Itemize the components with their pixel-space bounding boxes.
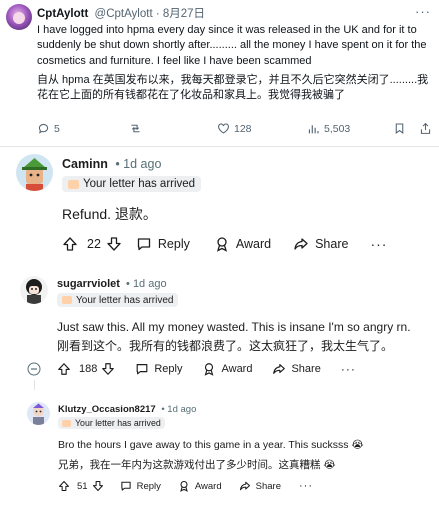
comment-time: • 1d ago	[161, 404, 197, 415]
tweet-handle-date: @CptAylott · 8月27日	[94, 8, 206, 20]
share-icon	[420, 122, 431, 134]
upvote-icon	[63, 237, 77, 251]
upvote-button[interactable]	[57, 362, 71, 376]
tweet-more-icon[interactable]: ···	[415, 4, 431, 19]
reply-label: Reply	[157, 237, 190, 251]
comment-icon	[120, 481, 131, 491]
vote-count: 188	[79, 363, 98, 375]
share-arrow-icon	[239, 481, 250, 491]
reply-button[interactable]: Reply	[120, 480, 161, 492]
tweet-text: I have logged into hpma every day since …	[37, 24, 427, 67]
comment-caminn: Caminn • 1d ago Your letter has arrived …	[0, 147, 439, 267]
award-icon	[180, 480, 188, 492]
more-options-icon[interactable]: ···	[299, 480, 313, 492]
downvote-button[interactable]	[92, 480, 104, 492]
views-count: 5,503	[324, 122, 351, 135]
upvote-button[interactable]	[58, 480, 70, 492]
avatar[interactable]	[20, 276, 48, 304]
comment-klutzy: Klutzy_Occasion8217 • 1d ago Your letter…	[0, 397, 439, 503]
share-label: Share	[291, 363, 321, 375]
bookmark-icon	[395, 123, 404, 135]
comment-actions: 51 Reply Award Share ···	[58, 479, 313, 493]
award-label: Award	[235, 237, 272, 251]
share-label: Share	[255, 480, 281, 492]
comment-body-translation: 刚看到这个。我所有的钱都浪费了。这太疯狂了，我太生气了。	[57, 339, 394, 353]
thread-line	[34, 380, 35, 390]
user-flair: Your letter has arrived	[57, 293, 179, 307]
share-button[interactable]: Share	[293, 236, 348, 252]
reply-button[interactable]: Reply	[136, 236, 190, 252]
downvote-icon	[92, 480, 103, 492]
reply-button[interactable]: 5	[37, 122, 60, 135]
comment-body: Bro the hours I gave away to this game i…	[58, 439, 364, 451]
reply-button[interactable]: Reply	[135, 362, 182, 376]
upvote-icon	[58, 480, 70, 492]
like-icon	[218, 123, 229, 134]
award-icon	[205, 363, 214, 376]
comment-time: • 1d ago	[115, 157, 162, 171]
more-options-icon[interactable]: ···	[370, 236, 387, 252]
tweet-author-name[interactable]: CptAylott	[37, 8, 88, 20]
comment-time: • 1d ago	[126, 278, 167, 290]
reply-count: 5	[54, 122, 60, 135]
letter-icon	[62, 419, 71, 427]
retweet-icon	[131, 124, 140, 133]
letter-icon	[68, 179, 79, 189]
share-arrow-icon	[294, 238, 308, 250]
comment-icon	[136, 364, 148, 375]
comment-body-translation: 兄弟，我在一年内为这款游戏付出了多少时间。这真糟糕 😭	[58, 459, 336, 471]
share-button[interactable]: Share	[239, 480, 281, 492]
comment-username[interactable]: Caminn • 1d ago	[62, 157, 161, 171]
like-count: 128	[234, 122, 252, 135]
views-button[interactable]: 5,503	[307, 122, 350, 135]
tweet-actions: 5 128 5,503	[37, 122, 433, 138]
award-button[interactable]: Award	[214, 236, 271, 252]
tweet: CptAylott @CptAylott · 8月27日 ··· I have …	[0, 0, 439, 146]
share-label: Share	[315, 237, 349, 251]
vote-count: 51	[77, 480, 88, 492]
downvote-button[interactable]	[106, 236, 122, 252]
comment-body: Just saw this. All my money wasted. This…	[57, 320, 411, 334]
vote-count: 22	[87, 237, 101, 251]
reply-label: Reply	[154, 363, 183, 375]
user-flair: Your letter has arrived	[62, 176, 202, 192]
downvote-icon	[102, 363, 115, 375]
comment-username[interactable]: sugarrviolet • 1d ago	[57, 278, 167, 290]
downvote-icon	[107, 237, 121, 251]
letter-icon	[62, 296, 72, 304]
comment-icon	[137, 238, 151, 251]
reply-icon	[38, 123, 49, 134]
comment-actions: 188 Reply Award Share ···	[57, 361, 356, 377]
tweet-avatar[interactable]	[6, 4, 32, 30]
collapse-icon	[27, 362, 41, 376]
user-flair: Your letter has arrived	[58, 417, 165, 429]
comment-actions: 22 Reply Award Share ···	[62, 234, 387, 254]
comment-body: Refund. 退款。	[62, 206, 157, 222]
award-icon	[216, 237, 227, 252]
bookmark-button[interactable]	[393, 122, 406, 135]
share-button[interactable]: Share	[272, 362, 321, 376]
like-button[interactable]: 128	[217, 122, 252, 135]
more-options-icon[interactable]: ···	[341, 362, 356, 376]
comment-username[interactable]: Klutzy_Occasion8217 • 1d ago	[58, 404, 196, 415]
avatar[interactable]	[16, 154, 53, 191]
share-arrow-icon	[273, 364, 286, 374]
downvote-button[interactable]	[101, 362, 115, 376]
upvote-icon	[58, 363, 70, 375]
reply-label: Reply	[136, 480, 161, 492]
comment-sugarrviolet: sugarrviolet • 1d ago Your letter has ar…	[0, 271, 439, 387]
tweet-text-translation: 自从 hpma 在英国发布以来，我每天都登录它，并且不久后它突然关闭了.....…	[37, 74, 429, 102]
upvote-button[interactable]	[62, 236, 78, 252]
avatar[interactable]	[27, 402, 50, 425]
award-button[interactable]: Award	[178, 480, 222, 492]
collapse-button[interactable]	[27, 362, 41, 381]
retweet-button[interactable]	[129, 122, 142, 135]
award-label: Award	[194, 480, 222, 492]
award-label: Award	[221, 363, 253, 375]
award-button[interactable]: Award	[202, 362, 252, 376]
tweet-share-button[interactable]	[419, 122, 432, 135]
tweet-header: CptAylott @CptAylott · 8月27日	[37, 5, 205, 21]
views-icon	[308, 125, 319, 134]
